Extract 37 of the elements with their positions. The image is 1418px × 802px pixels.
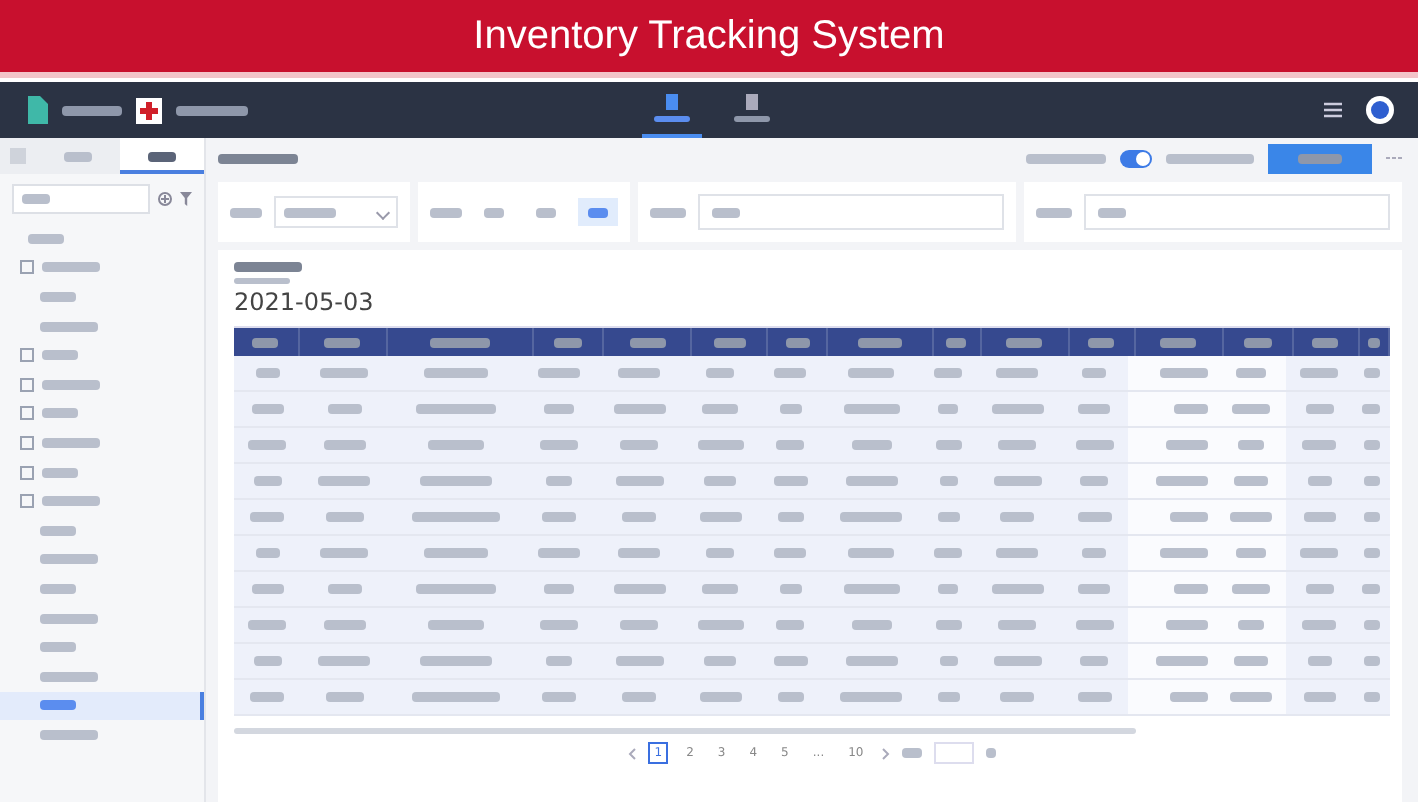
page-input[interactable] <box>933 742 974 764</box>
add-button[interactable] <box>1268 143 1372 173</box>
add-icon[interactable] <box>158 192 172 206</box>
logo-icon <box>28 96 48 124</box>
blurred-text <box>985 748 996 758</box>
blurred-text <box>176 105 248 115</box>
cross-logo-icon <box>136 97 162 123</box>
previous-icon[interactable] <box>628 747 637 759</box>
blurred-text <box>430 207 462 217</box>
document-icon <box>663 94 679 110</box>
blurred-text <box>1036 207 1072 217</box>
app-title: Inventory Tracking System <box>473 13 945 59</box>
tree-item[interactable] <box>0 691 204 721</box>
collapse-icon[interactable] <box>10 148 26 164</box>
date-select[interactable] <box>274 196 398 228</box>
blurred-text <box>901 748 922 758</box>
blurred-text <box>218 153 298 163</box>
next-icon[interactable] <box>881 747 890 759</box>
document-icon <box>743 94 759 110</box>
search-field[interactable] <box>12 184 150 214</box>
input-field[interactable] <box>698 194 1004 230</box>
blurred-text <box>1026 153 1106 163</box>
report-date: 2021-05-03 <box>234 288 376 316</box>
avatar-icon[interactable] <box>1366 96 1394 124</box>
blurred-text <box>650 207 686 217</box>
menu-icon[interactable] <box>1324 102 1342 118</box>
blurred-text <box>234 262 302 272</box>
scrollbar[interactable] <box>234 728 1136 734</box>
period-option[interactable] <box>578 198 618 226</box>
filter-icon[interactable] <box>180 192 192 206</box>
blurred-text <box>1166 153 1254 163</box>
blurred-text <box>62 105 122 115</box>
sidebar-tab[interactable] <box>120 138 204 174</box>
input-field[interactable] <box>1084 194 1390 230</box>
blurred-text <box>234 278 290 284</box>
toggle-switch[interactable] <box>1120 149 1152 167</box>
blurred-text <box>230 207 262 217</box>
